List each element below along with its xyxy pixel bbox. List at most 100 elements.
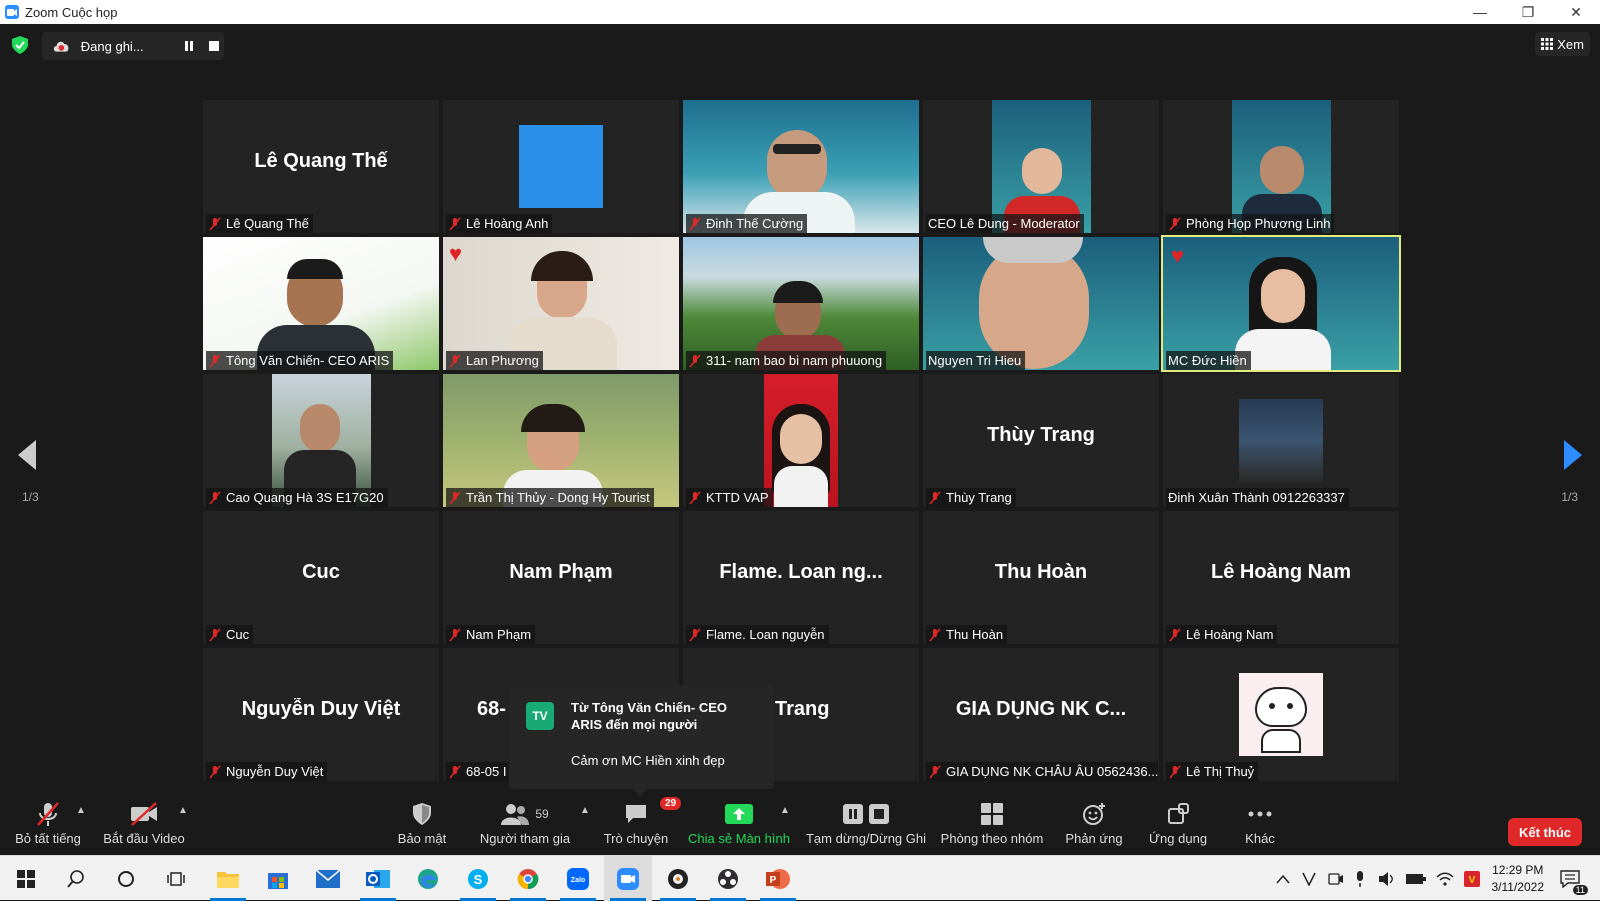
notifications-button[interactable]: 11 bbox=[1546, 856, 1594, 901]
meeting-toolbar: Bỏ tất tiếng ▲ Bắt đầu Video ▲ Bảo mật 5… bbox=[0, 797, 1600, 855]
more-label: Khác bbox=[1245, 831, 1275, 846]
outlook-taskbar-icon[interactable] bbox=[354, 856, 402, 901]
battery-icon[interactable] bbox=[1406, 873, 1426, 885]
speaker-volume-icon[interactable] bbox=[1378, 871, 1396, 887]
participant-name-label: Lê Thị Thuỷ bbox=[1166, 762, 1259, 781]
start-button[interactable] bbox=[2, 856, 50, 901]
clock-time: 12:29 PM bbox=[1492, 863, 1544, 877]
meet-now-icon[interactable] bbox=[1328, 872, 1344, 886]
reactions-button[interactable]: Phản ứng bbox=[1062, 799, 1126, 855]
video-tile[interactable]: Cuc Cuc bbox=[203, 511, 439, 644]
video-tile[interactable]: Lê Quang Thế Lê Quang Thế bbox=[203, 100, 439, 233]
restore-button[interactable]: ❐ bbox=[1504, 0, 1552, 24]
task-view-button[interactable] bbox=[152, 856, 200, 901]
chat-notification-popup[interactable]: TV Từ Tông Văn Chiến- CEO ARIS đến mọi n… bbox=[509, 686, 774, 796]
video-tile[interactable]: Trần Thị Thủy - Dong Hy Tourist bbox=[443, 374, 679, 507]
vpn-v-icon[interactable] bbox=[1302, 872, 1316, 886]
participants-label: Người tham gia bbox=[479, 831, 571, 846]
store-taskbar-icon[interactable] bbox=[254, 856, 302, 901]
heart-reaction-icon: ♥ bbox=[1171, 243, 1185, 268]
file-explorer-taskbar-icon[interactable] bbox=[204, 856, 252, 901]
participants-button[interactable]: 59 Người tham gia bbox=[477, 799, 573, 855]
taskbar-search-button[interactable] bbox=[52, 856, 100, 901]
vietnamese-input-icon[interactable]: V bbox=[1464, 870, 1480, 887]
video-options-caret-icon[interactable]: ▲ bbox=[178, 805, 188, 816]
share-screen-label: Chia sẻ Màn hình bbox=[688, 831, 790, 846]
stop-recording-button[interactable] bbox=[203, 35, 224, 57]
video-tile[interactable]: Nam Phạm Nam Phạm bbox=[443, 511, 679, 644]
edge-browser-icon bbox=[418, 868, 438, 889]
search-icon bbox=[67, 869, 84, 888]
audio-options-caret-icon[interactable]: ▲ bbox=[76, 805, 86, 816]
video-tile[interactable]: Lê Thị Thuỷ bbox=[1163, 648, 1399, 781]
start-video-button[interactable]: Bắt đầu Video bbox=[102, 799, 186, 855]
taskbar-clock[interactable]: 12:29 PM 3/11/2022 bbox=[1492, 862, 1545, 896]
video-tile[interactable]: Thu Hoàn Thu Hoàn bbox=[923, 511, 1159, 644]
security-button[interactable]: Bảo mật bbox=[392, 799, 452, 855]
security-shield-icon[interactable] bbox=[12, 36, 28, 54]
video-tile[interactable]: CEO Lê Dung - Moderator bbox=[923, 100, 1159, 233]
participant-name: Lê Thị Thuỷ bbox=[1186, 764, 1255, 779]
video-tile[interactable]: Thùy Trang Thùy Trang bbox=[923, 374, 1159, 507]
video-tile[interactable]: Cao Quang Hà 3S E17G20 bbox=[203, 374, 439, 507]
video-tile[interactable]: Đinh Thế Cường bbox=[683, 100, 919, 233]
participant-name-label: Nguyễn Duy Việt bbox=[206, 762, 328, 781]
chrome-browser-icon bbox=[517, 868, 539, 889]
video-tile[interactable]: Lê Hoàng Nam Lê Hoàng Nam bbox=[1163, 511, 1399, 644]
tray-expand-chevron-icon[interactable] bbox=[1276, 874, 1290, 884]
video-tile[interactable]: GIA DỤNG NK C... GIA DỤNG NK CHÂU ÂU 056… bbox=[923, 648, 1159, 781]
minimize-button[interactable]: — bbox=[1456, 0, 1504, 24]
video-tile[interactable]: ♥ Lan Phương bbox=[443, 237, 679, 370]
more-button[interactable]: Khác bbox=[1236, 799, 1284, 855]
video-tile[interactable]: Tông Văn Chiến- CEO ARIS bbox=[203, 237, 439, 370]
next-page-arrow-icon[interactable] bbox=[1562, 440, 1582, 470]
powerpoint-taskbar-icon[interactable]: P bbox=[754, 856, 802, 901]
cortana-button[interactable] bbox=[102, 856, 150, 901]
smiley-reaction-icon bbox=[1083, 803, 1105, 825]
chat-button[interactable]: 29 Trò chuyện bbox=[600, 797, 682, 855]
participants-caret-icon[interactable]: ▲ bbox=[580, 805, 590, 816]
video-tile[interactable]: KTTD VAP bbox=[683, 374, 919, 507]
muted-mic-icon bbox=[929, 765, 941, 778]
participant-name: Tông Văn Chiến- CEO ARIS bbox=[226, 353, 390, 368]
microphone-icon[interactable] bbox=[1354, 870, 1366, 887]
video-tile[interactable]: Nguyễn Duy Việt Nguyễn Duy Việt bbox=[203, 648, 439, 781]
zalo-taskbar-icon[interactable]: Zalo bbox=[554, 856, 602, 901]
breakout-rooms-button[interactable]: Phòng theo nhóm bbox=[940, 799, 1044, 855]
skype-taskbar-icon[interactable]: S bbox=[454, 856, 502, 901]
wifi-icon[interactable] bbox=[1436, 872, 1454, 886]
video-tile[interactable]: Lê Hoàng Anh bbox=[443, 100, 679, 233]
participant-name-label: Lê Hoàng Nam bbox=[1166, 625, 1278, 644]
video-tile[interactable]: Nguyen Tri Hieu bbox=[923, 237, 1159, 370]
video-tile[interactable]: Flame. Loan ng... Flame. Loan nguyễn bbox=[683, 511, 919, 644]
zoom-taskbar-icon[interactable] bbox=[604, 856, 652, 901]
view-button[interactable]: Xem bbox=[1535, 32, 1590, 56]
share-screen-icon bbox=[725, 804, 753, 824]
mail-taskbar-icon[interactable] bbox=[304, 856, 352, 901]
apps-button[interactable]: Ứng dụng bbox=[1146, 799, 1210, 855]
obs-taskbar-icon[interactable] bbox=[704, 856, 752, 901]
svg-text:S: S bbox=[474, 872, 483, 887]
more-dots-icon bbox=[1248, 811, 1272, 817]
mute-all-label: Bỏ tất tiếng bbox=[15, 831, 81, 846]
video-tile[interactable]: Đinh Xuân Thành 0912263337 bbox=[1163, 374, 1399, 507]
edge-taskbar-icon[interactable] bbox=[404, 856, 452, 901]
pause-recording-button[interactable] bbox=[179, 35, 200, 57]
previous-page-arrow-icon[interactable] bbox=[18, 440, 38, 470]
close-button[interactable]: ✕ bbox=[1552, 0, 1600, 24]
avatar bbox=[519, 125, 603, 208]
video-tile[interactable]: Phòng Họp Phương Linh bbox=[1163, 100, 1399, 233]
active-speaker-tile[interactable]: ♥ MC Đức Hiền bbox=[1161, 235, 1401, 372]
end-meeting-button[interactable]: Kết thúc bbox=[1508, 818, 1582, 846]
video-tile[interactable]: 311- nam bao bi nam phuuong bbox=[683, 237, 919, 370]
chrome-taskbar-icon[interactable] bbox=[504, 856, 552, 901]
participant-name: 311- nam bao bi nam phuuong bbox=[706, 353, 883, 368]
share-screen-button[interactable]: Chia sẻ Màn hình bbox=[686, 799, 792, 855]
share-options-caret-icon[interactable]: ▲ bbox=[780, 805, 790, 816]
powerpoint-icon: P bbox=[766, 868, 790, 889]
mute-all-button[interactable]: Bỏ tất tiếng bbox=[12, 799, 84, 855]
participant-big-name: Nguyễn Duy Việt bbox=[241, 698, 401, 720]
heart-reaction-icon: ♥ bbox=[449, 241, 463, 266]
pause-stop-recording-button[interactable]: Tạm dừng/Dừng Ghi bbox=[804, 799, 928, 855]
media-player-taskbar-icon[interactable] bbox=[654, 856, 702, 901]
